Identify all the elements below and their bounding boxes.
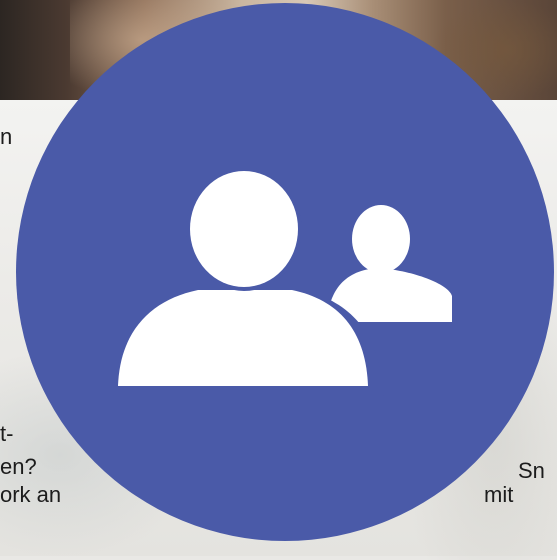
people-icon [113, 167, 452, 396]
person-back-icon [327, 205, 452, 322]
person-front-icon [118, 167, 368, 386]
